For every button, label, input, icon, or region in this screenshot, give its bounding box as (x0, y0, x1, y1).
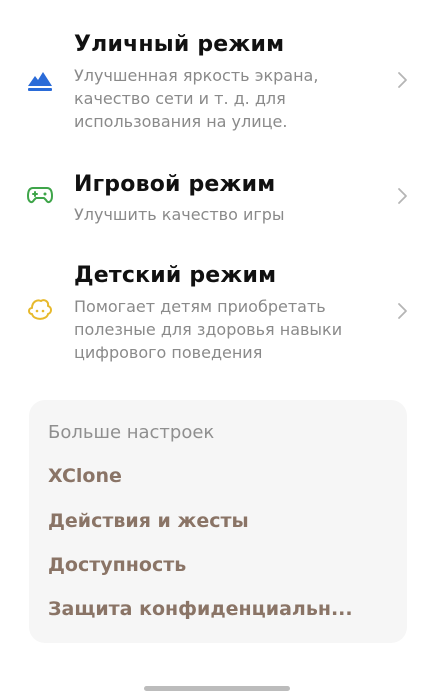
kids-mode-title: Детский режим (74, 263, 277, 288)
chevron-right-icon (398, 188, 407, 204)
game-mode-title: Игровой режим (74, 172, 276, 197)
xclone-link[interactable]: XClone (48, 465, 393, 487)
game-mode-description: Улучшить качество игры (74, 205, 285, 224)
mountain-icon (28, 72, 52, 91)
chevron-right-icon (398, 303, 407, 319)
accessibility-link[interactable]: Доступность (48, 554, 393, 576)
actions-gestures-link[interactable]: Действия и жесты (48, 510, 393, 532)
child-face-icon (28, 299, 52, 320)
street-mode-description: Улучшенная яркость экрана, качество сети… (74, 66, 319, 131)
kids-mode-description: Помогает детям приобретать полезные для … (74, 297, 343, 362)
privacy-protection-link[interactable]: Защита конфиденциальн... (48, 598, 393, 620)
more-settings-header: Больше настроек (48, 422, 215, 443)
gamepad-icon (27, 187, 53, 204)
street-mode-item[interactable]: Уличный режим Улучшенная яркость экрана,… (0, 0, 434, 145)
more-settings-card: Больше настроек XClone Действия и жесты … (29, 400, 407, 643)
chevron-right-icon (398, 72, 407, 88)
kids-mode-item[interactable]: Детский режим Помогает детям приобретать… (0, 250, 434, 380)
street-mode-title: Уличный режим (74, 32, 285, 57)
game-mode-item[interactable]: Игровой режим Улучшить качество игры (0, 160, 434, 240)
home-indicator[interactable] (144, 686, 290, 691)
